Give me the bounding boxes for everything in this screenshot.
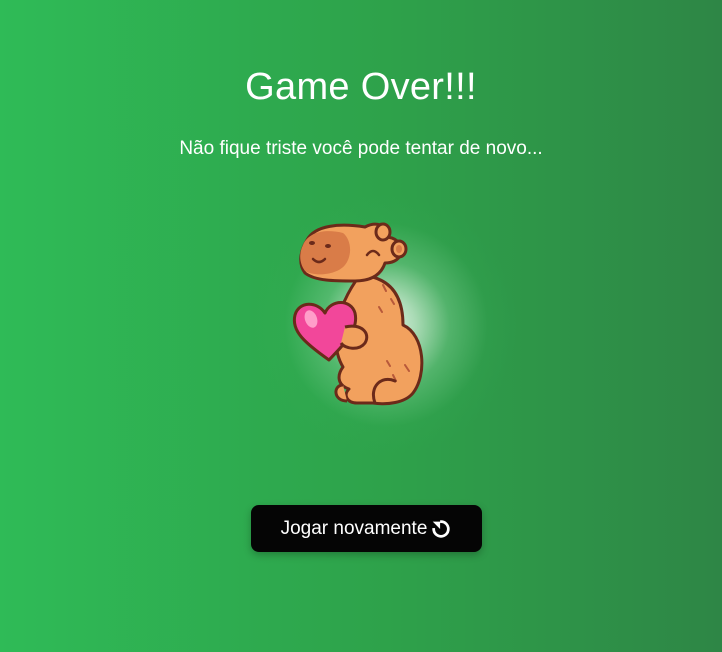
play-again-label: Jogar novamente	[280, 517, 428, 539]
game-over-screen: Game Over!!! Não fique triste você pode …	[0, 0, 722, 652]
refresh-icon	[430, 518, 452, 540]
play-again-button[interactable]: Jogar novamente	[251, 505, 482, 552]
capybara-heart-icon	[292, 222, 424, 406]
game-over-title: Game Over!!!	[245, 66, 477, 108]
game-over-subtitle: Não fique triste você pode tentar de nov…	[179, 138, 543, 159]
